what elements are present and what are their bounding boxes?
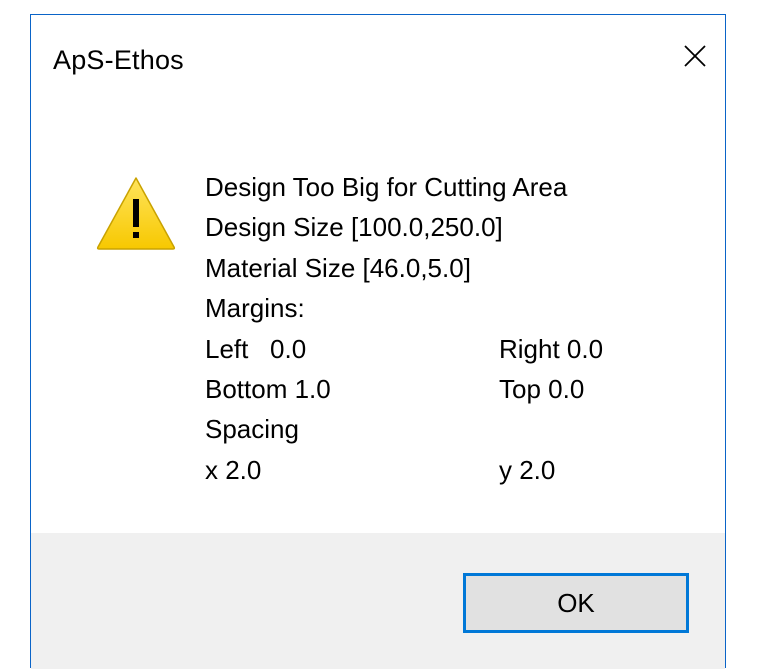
spacing-x-text: x 2.0: [205, 454, 262, 485]
warning-icon: [95, 175, 177, 251]
design-size-text: Design Size [100.0,250.0]: [205, 212, 503, 243]
message-headline: Design Too Big for Cutting Area: [205, 172, 568, 202]
ok-button[interactable]: OK: [463, 573, 689, 633]
margin-left-text: Left 0.0: [205, 333, 307, 364]
margins-label: Margins:: [205, 293, 305, 324]
title-bar[interactable]: ApS-Ethos: [31, 15, 725, 105]
button-bar: OK: [31, 533, 725, 669]
margin-bottom-text: Bottom 1.0: [205, 373, 331, 404]
focus-rect: [468, 578, 684, 628]
margins-row-1: Left 0.0 Right 0.0: [205, 329, 603, 369]
close-icon: [683, 44, 707, 73]
margins-row-2: Bottom 1.0 Top 0.0: [205, 369, 603, 409]
material-size-text: Material Size [46.0,5.0]: [205, 252, 471, 283]
spacing-row: x 2.0 y 2.0: [205, 450, 603, 490]
spacing-label: Spacing: [205, 414, 299, 445]
message-dialog: ApS-Ethos Design Too Big for Cutting Are…: [30, 14, 726, 669]
close-button[interactable]: [665, 33, 725, 83]
window-title: ApS-Ethos: [53, 45, 184, 75]
message-text: Design Too Big for Cutting Area Design S…: [205, 167, 603, 490]
dialog-content: Design Too Big for Cutting Area Design S…: [31, 105, 725, 533]
margin-right-text: Right 0.0: [499, 333, 604, 364]
margin-top-text: Top 0.0: [499, 373, 585, 404]
spacing-y-text: y 2.0: [499, 454, 556, 485]
